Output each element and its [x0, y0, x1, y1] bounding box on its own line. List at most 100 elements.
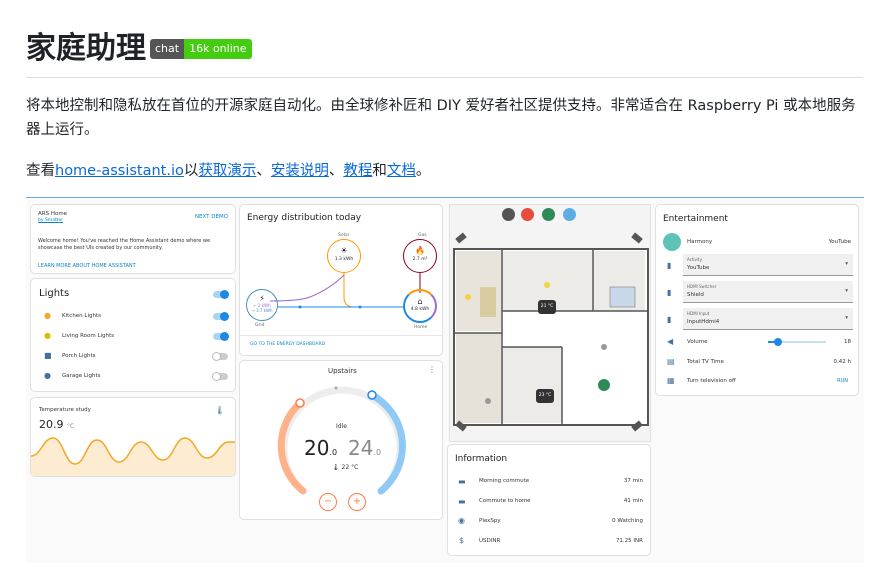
solar-icon: ☀ — [340, 246, 348, 255]
demo-link[interactable]: 获取演示 — [198, 163, 256, 179]
increase-button[interactable]: + — [348, 493, 366, 511]
docs-link[interactable]: 文档 — [387, 163, 416, 179]
hdmi-input-value: InputHdmi4 — [687, 319, 720, 325]
learn-more-link[interactable]: LEARN MORE ABOUT HOME ASSISTANT — [38, 263, 136, 269]
temperature-graph — [31, 437, 235, 476]
home-label: Home — [414, 325, 428, 330]
intro-paragraph: 将本地控制和隐私放在首位的开源家庭自动化。由全球修补匠和 DIY 爱好者社区提供… — [26, 98, 856, 138]
bulb-icon: ● — [44, 311, 51, 320]
site-link[interactable]: home-assistant.io — [55, 163, 184, 179]
links-paragraph: 查看home-assistant.io以获取演示、安装说明、教程和文档。 — [26, 159, 430, 183]
gas-value: 2.7 m³ — [412, 257, 428, 262]
info-label: PlexSpy — [479, 518, 501, 524]
grid-out-value: → 3.7 kWh — [251, 308, 273, 313]
calendar-icon[interactable] — [521, 208, 534, 221]
hdmi-switcher-select[interactable]: HDMI Switcher Shield ▾ — [683, 281, 853, 303]
grid-node[interactable]: ⚡ ← 2 kWh → 3.7 kWh — [246, 289, 278, 321]
kitchen-lights-toggle[interactable] — [213, 311, 229, 321]
header-divider — [26, 77, 863, 78]
home-node[interactable]: ⌂ 4.8 kWh — [403, 289, 437, 323]
chat-badge[interactable]: chat 16k online — [150, 39, 252, 59]
harmony-label: Harmony — [687, 239, 713, 245]
volume-slider[interactable] — [768, 338, 826, 346]
information-title: Information — [455, 454, 508, 464]
entertainment-title: Entertainment — [663, 214, 728, 224]
info-label: Commute to home — [479, 498, 531, 504]
low-setpoint[interactable]: 20.0 — [304, 436, 337, 460]
turn-off-label: Turn television off — [687, 378, 736, 384]
ars-author-link[interactable]: by Smatter — [38, 218, 63, 223]
solar-value: 1.3 kWh — [334, 257, 354, 262]
ars-text: showcase the best UIs created by our com… — [38, 245, 163, 251]
tv-time-value: 0.42 h — [833, 359, 851, 365]
title-text: 家庭助理 — [26, 31, 146, 66]
hdmi-input-select[interactable]: HDMI Input InputHdmi4 ▾ — [683, 308, 853, 330]
light-label: Porch Lights — [62, 353, 96, 359]
car-icon: ▬ — [458, 477, 466, 486]
thermostat-dial[interactable] — [276, 381, 408, 496]
gas-label: Gas — [418, 233, 427, 238]
energy-divider — [240, 335, 442, 336]
volume-thumb[interactable] — [774, 338, 783, 346]
info-label: USDINR — [479, 538, 501, 544]
living-room-lights-toggle[interactable] — [213, 331, 229, 341]
remote-icon: ▮ — [667, 315, 672, 324]
cloud-icon[interactable] — [563, 208, 576, 221]
home-status-icon[interactable] — [542, 208, 555, 221]
activity-select[interactable]: Activity YouTube ▾ — [683, 254, 853, 276]
thermostat-card: Upstairs ⋮ Idle 20.0 24.0 🌡 22 °C − + — [239, 360, 443, 520]
high-value: 24 — [348, 436, 374, 460]
tv-time-label: Total TV Time — [687, 359, 724, 365]
garage-lights-toggle[interactable] — [212, 371, 228, 381]
harmony-value: YouTube — [828, 239, 851, 245]
decrease-button[interactable]: − — [319, 493, 337, 511]
home-value: 4.8 kWh — [410, 307, 430, 312]
temperature-card[interactable]: Temperature study 🌡 20.9 °C — [30, 397, 236, 477]
links-prefix: 查看 — [26, 163, 55, 179]
bulb-icon: ● — [44, 331, 51, 340]
ars-title: ARS Home — [38, 211, 68, 217]
lights-master-toggle[interactable] — [213, 289, 229, 299]
remote-icon: ▮ — [667, 288, 672, 297]
chevron-down-icon: ▾ — [845, 288, 848, 294]
currency-icon: $ — [459, 536, 465, 545]
more-menu-icon[interactable]: ⋮ — [428, 365, 436, 374]
thermostat-title: Upstairs — [328, 367, 357, 375]
links-sep: 、 — [256, 163, 271, 179]
light-label: Living Room Lights — [62, 333, 115, 339]
high-setpoint[interactable]: 24.0 — [348, 436, 381, 460]
weather-icon[interactable] — [502, 208, 515, 221]
information-card: Information ▬ Morning commute 37 min ▬ C… — [447, 444, 651, 556]
volume-value: 18 — [844, 339, 851, 345]
gas-node[interactable]: 🔥 2.7 m³ — [403, 239, 437, 273]
porch-lights-toggle[interactable] — [212, 351, 228, 361]
door-icon[interactable] — [598, 379, 610, 391]
thermostat-badge-2[interactable]: 23 °C — [536, 389, 554, 403]
info-value: 0 Watching — [612, 518, 643, 524]
page-title: 家庭助理 chat 16k online — [26, 30, 252, 68]
next-demo-button[interactable]: NEXT DEMO — [195, 214, 228, 220]
install-link[interactable]: 安装说明 — [271, 163, 329, 179]
lights-card: Lights ● Kitchen Lights ● Living Room Li… — [30, 278, 236, 392]
activity-value: YouTube — [687, 265, 710, 271]
grid-label: Grid — [255, 323, 265, 328]
solar-node[interactable]: ☀ 1.3 kWh — [327, 239, 361, 273]
links-mid: 以 — [183, 163, 199, 179]
demo-screenshot: ARS Home by Smatter NEXT DEMO Welcome ho… — [26, 197, 864, 563]
bulb-icon: ● — [44, 371, 51, 380]
tutorials-link[interactable]: 教程 — [343, 163, 372, 179]
info-value: 41 min — [623, 498, 643, 504]
thermostat-mode: Idle — [336, 423, 347, 430]
high-decimal: .0 — [373, 448, 382, 457]
floorplan-map — [453, 248, 649, 426]
run-button[interactable]: RUN — [837, 378, 848, 384]
light-label: Kitchen Lights — [62, 313, 102, 319]
thermostat-badge-1[interactable]: 21 °C — [538, 300, 556, 314]
eye-icon: ◉ — [458, 516, 465, 525]
links-end: 。 — [415, 163, 431, 179]
current-value: 22 °C — [341, 464, 359, 471]
current-temperature: 🌡 22 °C — [332, 464, 359, 471]
energy-dashboard-link[interactable]: GO TO THE ENERGY DASHBOARD — [250, 342, 325, 347]
transmission-tower-icon: ⚡ — [259, 294, 265, 303]
hdmi-input-label: HDMI Input — [687, 311, 710, 316]
